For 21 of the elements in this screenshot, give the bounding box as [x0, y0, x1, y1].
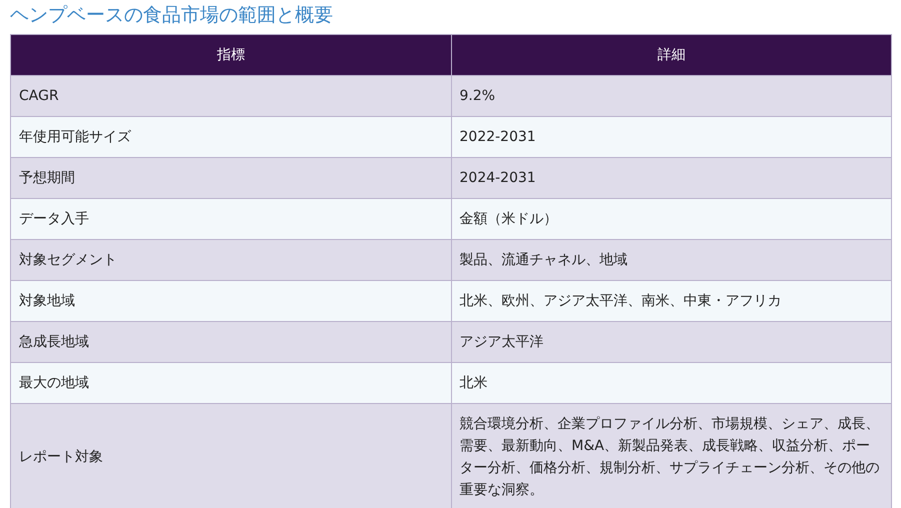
- table-cell: 対象セグメント: [10, 240, 451, 280]
- section-title: ヘンプベースの食品市場の範囲と概要: [10, 3, 334, 28]
- table-cell: レポート対象: [10, 404, 451, 508]
- column-header: 指標: [10, 34, 451, 76]
- table-cell: 9.2%: [451, 76, 892, 116]
- table-cell: 対象地域: [10, 280, 451, 322]
- table-cell: 急成長地域: [10, 322, 451, 362]
- table-cell: 年使用可能サイズ: [10, 116, 451, 158]
- table-cell: 北米、欧州、アジア太平洋、南米、中東・アフリカ: [451, 280, 892, 322]
- column-header: 詳細: [451, 34, 892, 76]
- table-cell: 2024-2031: [451, 158, 892, 198]
- table-cell: 予想期間: [10, 158, 451, 198]
- table-cell: 金額（米ドル）: [451, 198, 892, 240]
- table-cell: データ入手: [10, 198, 451, 240]
- table-cell: 最大の地域: [10, 362, 451, 404]
- table-cell: 北米: [451, 362, 892, 404]
- table-cell: アジア太平洋: [451, 322, 892, 362]
- table-cell: 競合環境分析、企業プロファイル分析、市場規模、シェア、成長、需要、最新動向、M&A、新製品発表、成長戦略、収益分析、ポーター分析、価格分析、規制分析、サプライチェーン分析、その他の重要な洞察。: [451, 404, 892, 508]
- table-cell: 2022-2031: [451, 116, 892, 158]
- table-cell: CAGR: [10, 76, 451, 116]
- table-cell: 製品、流通チャネル、地域: [451, 240, 892, 280]
